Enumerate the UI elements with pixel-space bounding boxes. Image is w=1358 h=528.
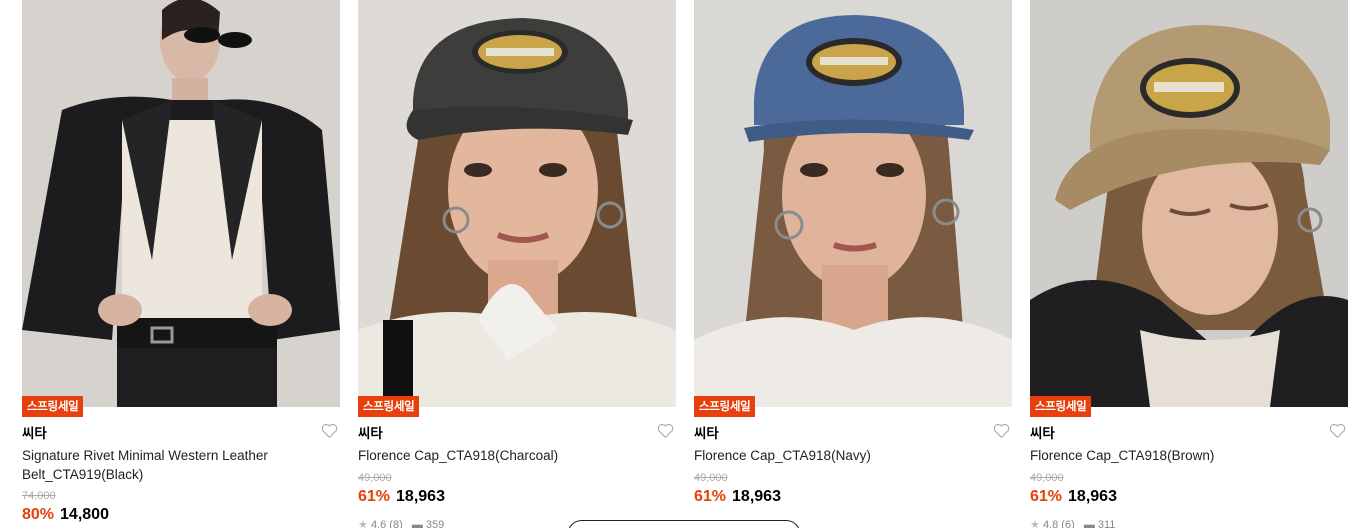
product-photo-cap [358,0,676,407]
discount-rate: 61% [358,488,391,505]
heart-icon[interactable] [657,423,674,439]
star-icon: ★ [1030,519,1040,528]
review-count: (6) [1061,519,1075,528]
product-name[interactable]: Florence Cap_CTA918(Navy) [694,446,984,465]
like-count: 311 [1097,519,1116,528]
product-photo-cap [694,0,1012,407]
product-name[interactable]: Florence Cap_CTA918(Charcoal) [358,446,648,465]
like-icon: ▬ [1083,519,1095,528]
like-count: 359 [425,519,445,528]
sale-price: 18,963 [732,488,781,505]
discount-rate: 61% [694,488,727,505]
heart-icon[interactable] [993,423,1010,439]
price-row: 80% 14,800 [22,506,109,524]
sale-price: 18,963 [1068,488,1117,505]
heart-icon[interactable] [321,423,338,439]
sale-badge: 스프링세일 [358,396,420,417]
product-image[interactable] [22,0,340,407]
rating-value: 4.8 [1042,519,1059,528]
discount-rate: 61% [1030,488,1063,505]
price-row: 61% 18,963 [358,488,445,506]
price-row: 61% 18,963 [1030,488,1117,506]
discount-rate: 80% [22,506,55,523]
original-price: 49,000 [694,472,728,484]
price-row: 61% 18,963 [694,488,781,506]
rating-row: ★ 4.8 (6) ▬ 311 [1030,518,1115,528]
original-price: 74,000 [22,490,56,502]
sale-badge: 스프링세일 [22,396,84,417]
original-price: 49,000 [358,472,392,484]
review-count: (8) [389,519,403,528]
floating-button[interactable] [567,520,801,528]
product-name[interactable]: Signature Rivet Minimal Western Leather … [22,446,312,484]
product-image[interactable] [694,0,1012,407]
heart-icon[interactable] [1329,423,1346,439]
product-image[interactable] [1030,0,1348,407]
brand-name[interactable]: 씨타 [694,422,719,442]
like-icon: ▬ [411,519,423,528]
sale-badge: 스프링세일 [1030,396,1092,417]
product-grid: 스프링세일 씨타 Signature Rivet Minimal Western… [22,0,1348,528]
product-photo-cap [1030,0,1348,407]
rating-row: ★ 4.6 (8) ▬ 359 [358,518,444,528]
star-icon: ★ [358,519,368,528]
sale-badge: 스프링세일 [694,396,756,417]
product-image[interactable] [358,0,676,407]
brand-name[interactable]: 씨타 [1030,422,1055,442]
product-photo-belt [22,0,340,407]
product-card[interactable]: 스프링세일 씨타 Florence Cap_CTA918(Charcoal) 4… [358,0,676,528]
original-price: 49,000 [1030,472,1064,484]
product-name[interactable]: Florence Cap_CTA918(Brown) [1030,446,1320,465]
product-card[interactable]: 스프링세일 씨타 Florence Cap_CTA918(Brown) 49,0… [1030,0,1348,528]
sale-price: 14,800 [60,506,109,523]
rating-value: 4.6 [370,519,387,528]
product-card[interactable]: 스프링세일 씨타 Signature Rivet Minimal Western… [22,0,340,528]
sale-price: 18,963 [396,488,445,505]
brand-name[interactable]: 씨타 [358,422,383,442]
product-card[interactable]: 스프링세일 씨타 Florence Cap_CTA918(Navy) 49,00… [694,0,1012,528]
brand-name[interactable]: 씨타 [22,422,47,442]
